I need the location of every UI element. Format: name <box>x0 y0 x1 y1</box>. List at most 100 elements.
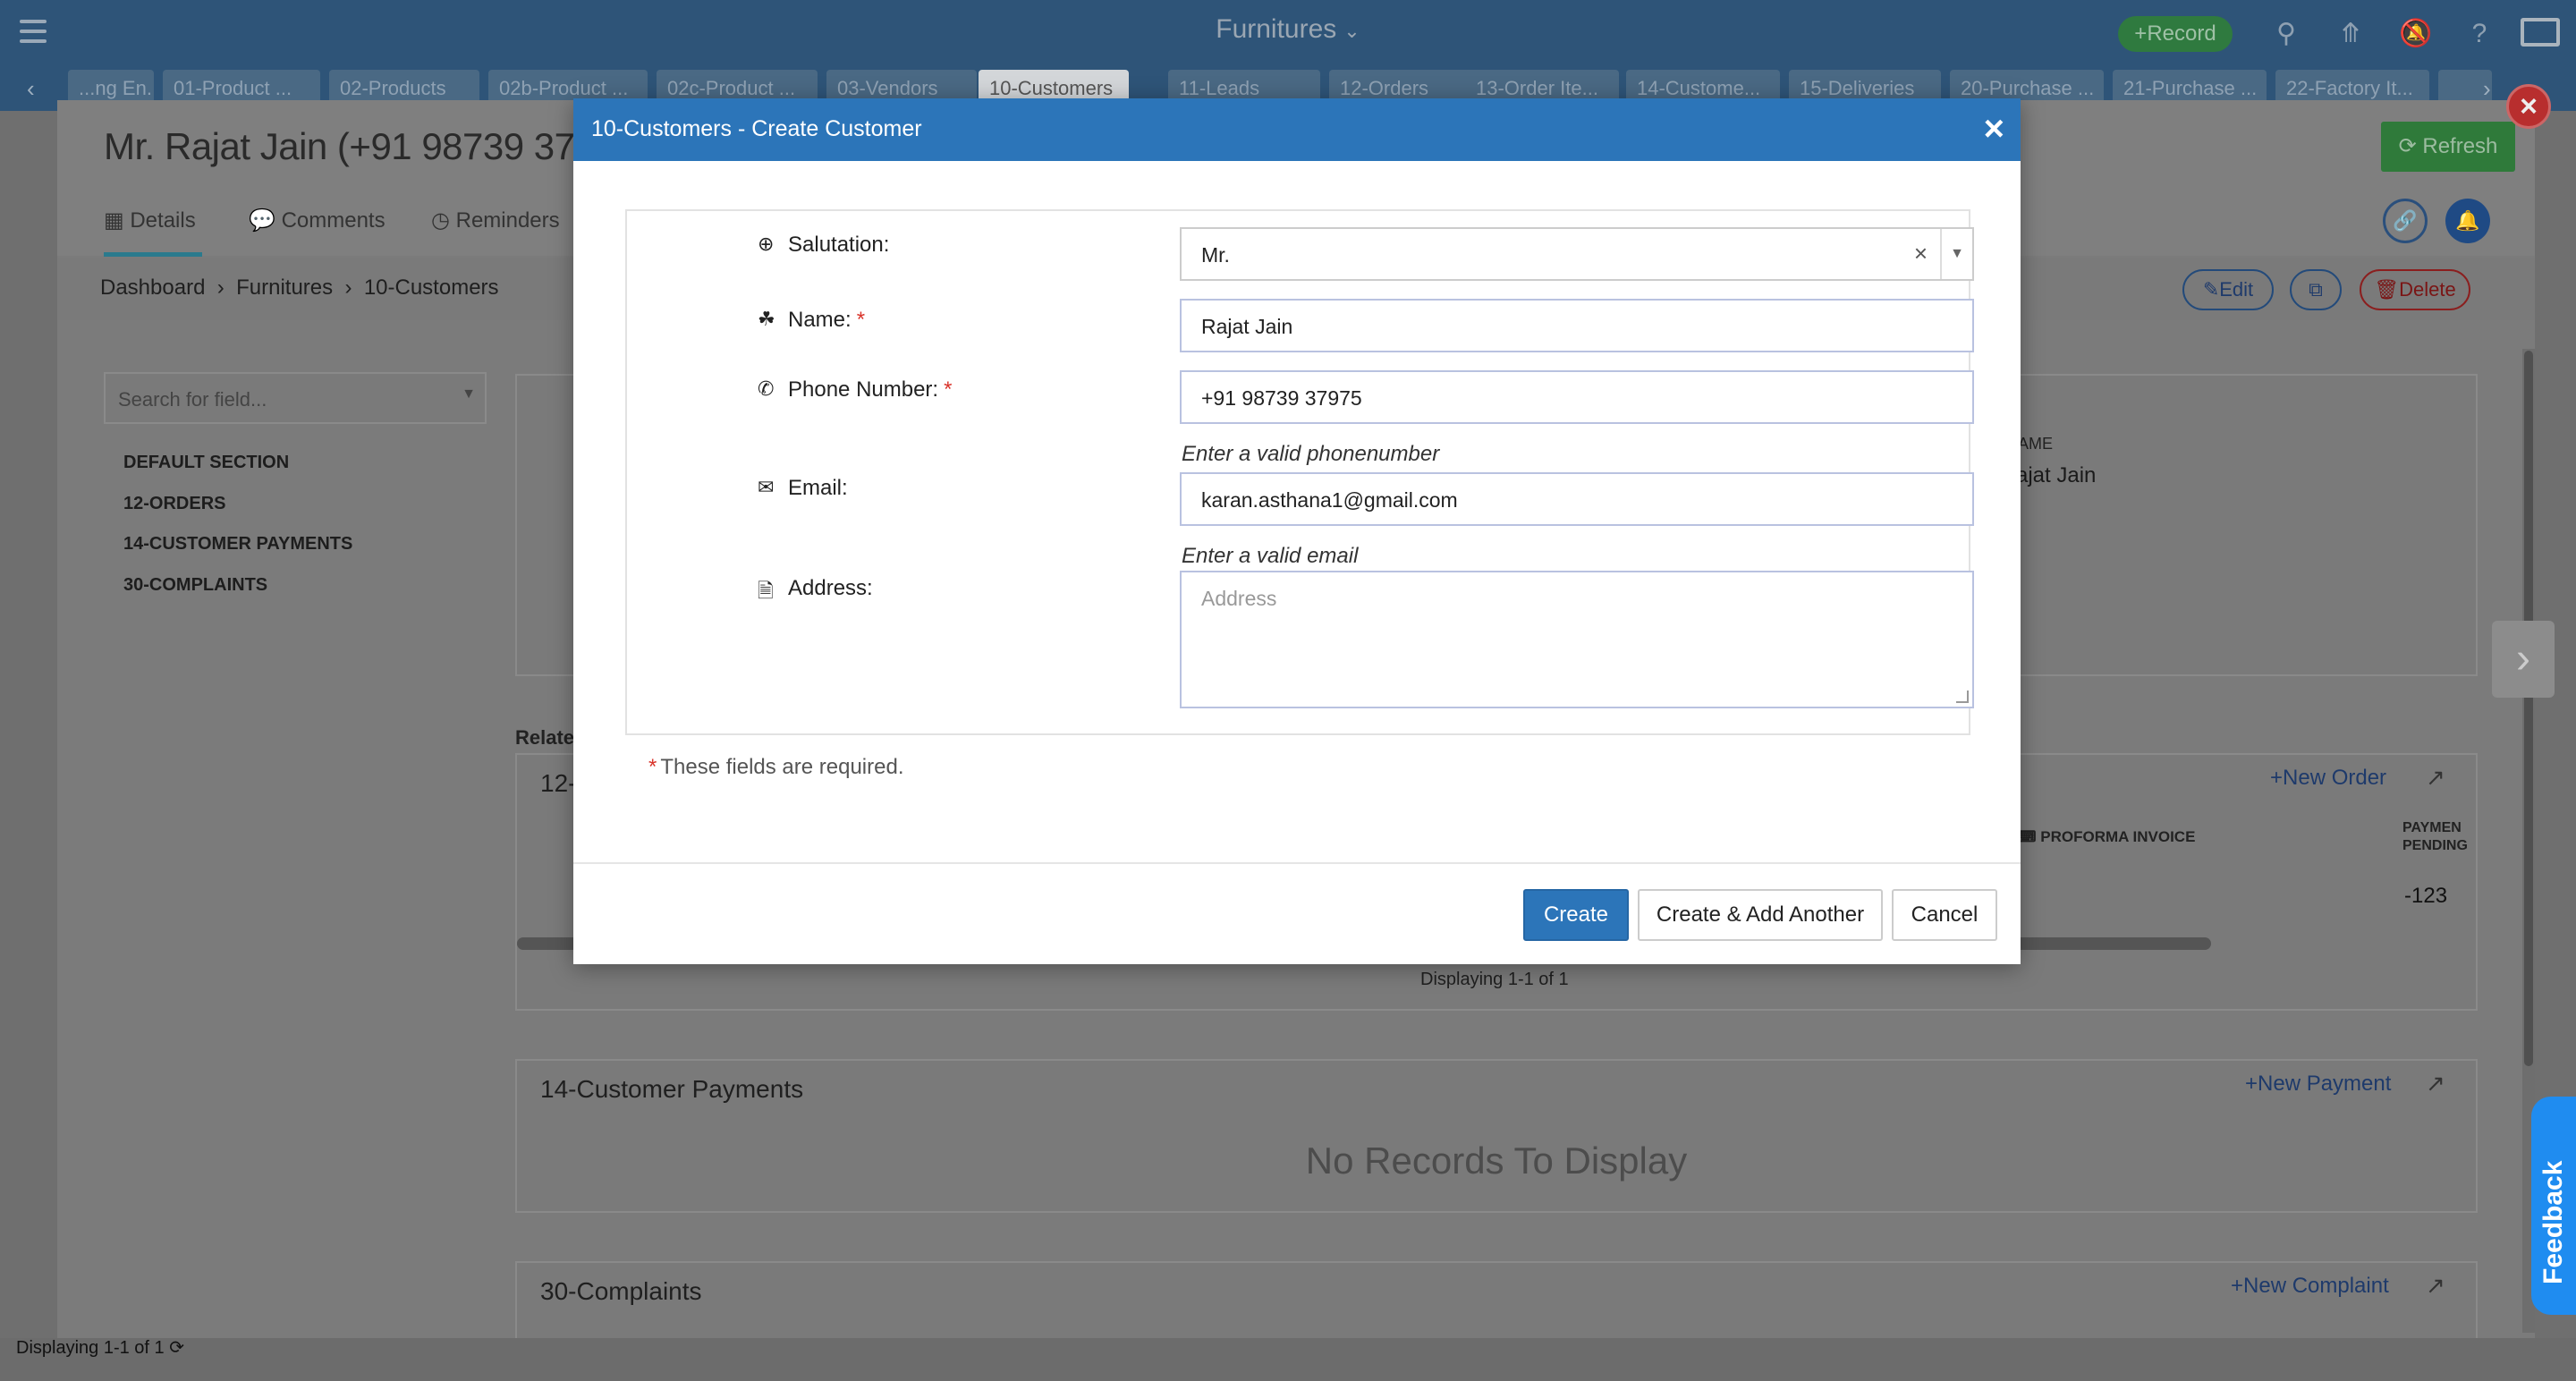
salutation-label: ⊕ Salutation: <box>758 233 890 257</box>
resize-handle[interactable] <box>1956 690 1969 703</box>
no-records-message: No Records To Display <box>1305 1140 1688 1182</box>
clock-icon: ◷ <box>431 208 456 233</box>
tabs-prev-icon[interactable]: ‹ <box>27 75 35 103</box>
required-marker: * <box>856 308 866 332</box>
bottom-bar <box>0 1338 2576 1381</box>
circle-plus-icon: ⊕ <box>758 233 775 255</box>
chevron-right-icon: › <box>338 275 364 300</box>
salutation-select[interactable]: Mr. × ▼ <box>1180 227 1974 281</box>
record-title: Mr. Rajat Jain (+91 98739 37975 <box>104 125 637 167</box>
next-record-icon[interactable]: › <box>2492 621 2555 698</box>
bell-icon[interactable]: 🔔 <box>2445 199 2490 243</box>
phone-input[interactable]: +91 98739 37975 <box>1180 370 1974 424</box>
footer-divider <box>573 862 2021 864</box>
cancel-button[interactable]: Cancel <box>1892 889 1997 941</box>
new-payment-link[interactable]: +New Payment <box>2245 1072 2391 1097</box>
field-search-input[interactable]: Search for field... ▼ <box>104 372 487 424</box>
copy-button[interactable]: ⧉ <box>2290 269 2342 310</box>
plus-icon: + <box>2245 1072 2258 1096</box>
feedback-tab[interactable]: Feedback <box>2531 1097 2576 1315</box>
orders-panel-title: 12- <box>540 769 577 797</box>
edit-button[interactable]: ✎Edit <box>2182 269 2274 310</box>
active-tab-indicator <box>104 252 202 257</box>
dropdown-arrow-icon[interactable]: ▼ <box>1940 229 1972 279</box>
plus-icon: + <box>2270 766 2284 790</box>
breadcrumb-item[interactable]: 10-Customers <box>364 275 499 300</box>
section-link[interactable]: DEFAULT SECTION <box>123 453 289 473</box>
payments-panel-title: 14-Customer Payments <box>540 1075 804 1103</box>
new-order-link[interactable]: +New Order <box>2270 766 2386 791</box>
payments-panel <box>515 1059 2478 1213</box>
delete-button[interactable]: 🗑Delete <box>2360 269 2470 310</box>
table-icon: ▦ <box>104 208 131 233</box>
plus-icon: + <box>2134 21 2148 46</box>
chevron-down-icon: ⌄ <box>1343 20 1360 42</box>
field-value: ajat Jain <box>2016 463 2097 487</box>
tab-comments[interactable]: 💬 Comments <box>249 208 386 233</box>
chevron-right-icon: › <box>211 275 237 300</box>
create-add-another-button[interactable]: Create & Add Another <box>1638 889 1883 941</box>
pencil-icon: ✎ <box>2202 278 2220 301</box>
phone-label: ✆ Phone Number: * <box>758 377 953 402</box>
column-header: ⌨ PROFORMA INVOICE <box>2014 828 2196 845</box>
section-link[interactable]: 12-ORDERS <box>123 494 225 514</box>
comments-icon: 💬 <box>249 208 282 233</box>
refresh-button[interactable]: ⟳ Refresh <box>2381 122 2515 172</box>
external-link-icon[interactable]: ↗ <box>2426 1272 2445 1300</box>
external-link-icon[interactable]: ↗ <box>2426 764 2445 792</box>
close-icon[interactable]: × <box>1984 111 2004 147</box>
tag-icon: ☘ <box>758 308 775 330</box>
breadcrumb: Dashboard › Furnitures › 10-Customers <box>100 275 499 301</box>
footer-displaying: Displaying 1-1 of 1 ⟳ <box>16 1338 184 1358</box>
required-note: * These fields are required. <box>648 755 904 779</box>
breadcrumb-item[interactable]: Furnitures <box>236 275 333 300</box>
table-cell: -123 <box>2404 884 2448 908</box>
name-input[interactable]: Rajat Jain <box>1180 299 1974 352</box>
monitor-icon[interactable] <box>2521 18 2560 47</box>
modal-header: 10-Customers - Create Customer × <box>573 98 2021 161</box>
help-icon[interactable]: ? <box>2463 18 2496 50</box>
create-button[interactable]: Create <box>1523 889 1629 941</box>
vertical-scrollbar-thumb[interactable] <box>2524 351 2533 1066</box>
create-customer-form: ⊕ Salutation: Mr. × ▼ ☘ Name: * Rajat Jain … <box>625 209 1974 735</box>
upload-icon[interactable]: ⤊ <box>2334 18 2367 50</box>
external-link-icon[interactable]: ↗ <box>2426 1070 2445 1097</box>
breadcrumb-item[interactable]: Dashboard <box>100 275 205 300</box>
field-label: AME <box>2018 435 2054 453</box>
tabs-next-icon[interactable]: › <box>2483 75 2491 103</box>
column-header: PAYMEN PENDING <box>2402 820 2468 853</box>
name-label: ☘ Name: * <box>758 308 866 332</box>
phone-icon: ✆ <box>758 377 775 400</box>
modal-title: 10-Customers - Create Customer <box>591 116 922 141</box>
refresh-icon: ⟳ <box>2398 134 2423 158</box>
top-bar: Furnitures ⌄ +Record ⚲ ⤊ 🔕 ? <box>0 0 2576 64</box>
tab-details[interactable]: ▦ Details <box>104 208 196 233</box>
search-icon[interactable]: ⚲ <box>2270 18 2302 50</box>
dropdown-arrow-icon: ▼ <box>462 386 476 402</box>
link-icon[interactable]: 🔗 <box>2383 199 2428 243</box>
phone-hint: Enter a valid phonenumber <box>1182 442 1440 466</box>
section-link[interactable]: 30-COMPLAINTS <box>123 575 267 596</box>
email-label: ✉ Email: <box>758 476 848 500</box>
complaints-panel-title: 30-Complaints <box>540 1277 702 1305</box>
plus-icon: + <box>2231 1274 2244 1298</box>
copy-icon: ⧉ <box>2309 278 2323 301</box>
trash-icon: 🗑 <box>2374 278 2400 301</box>
create-customer-modal: 10-Customers - Create Customer × ⊕ Saluta… <box>573 98 2021 964</box>
orders-displaying-text: Displaying 1-1 of 1 <box>1420 970 1569 989</box>
section-link[interactable]: 14-CUSTOMER PAYMENTS <box>123 534 352 555</box>
required-marker: * <box>944 377 953 402</box>
address-textarea[interactable]: Address <box>1180 571 1974 708</box>
envelope-icon: ✉ <box>758 476 775 498</box>
refresh-icon[interactable]: ⟳ <box>169 1338 184 1358</box>
address-label: 🗎 Address: <box>758 576 873 602</box>
add-record-button[interactable]: +Record <box>2118 16 2233 52</box>
complaints-panel <box>515 1261 2478 1351</box>
notifications-off-icon[interactable]: 🔕 <box>2399 18 2432 50</box>
new-complaint-link[interactable]: +New Complaint <box>2231 1274 2389 1299</box>
tab-reminders[interactable]: ◷ Reminders <box>431 208 560 233</box>
close-record-icon[interactable]: × <box>2506 84 2551 129</box>
document-icon: 🗎 <box>758 580 774 602</box>
clear-selection-icon[interactable]: × <box>1914 240 1928 267</box>
email-input[interactable]: karan.asthana1@gmail.com <box>1180 472 1974 526</box>
